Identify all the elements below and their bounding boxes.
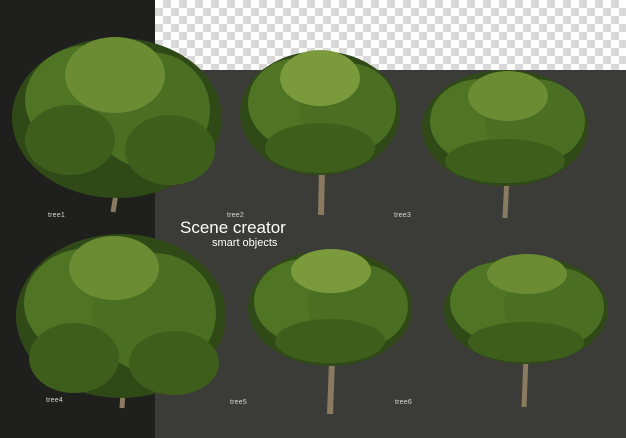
tree-6-image (442, 252, 610, 410)
tree-label: tree4 (46, 397, 63, 404)
tree-label: tree1 (48, 212, 65, 219)
tree-label: tree6 (395, 399, 412, 406)
tree-5-image (246, 246, 414, 416)
scene-canvas: tree1 tree2 tree3 tree4 tree5 tree6 Scen… (0, 0, 626, 438)
tree-3-image (420, 66, 590, 221)
tree-label: tree5 (230, 399, 247, 406)
tree-label: tree3 (394, 212, 411, 219)
title-block: Scene creator smart objects (180, 219, 286, 250)
scene-subtitle: smart objects (212, 237, 278, 249)
tree-2-image (238, 48, 403, 218)
tree-1-image (10, 30, 225, 215)
scene-title: Scene creator (180, 218, 286, 237)
tree-4-image (14, 228, 229, 410)
